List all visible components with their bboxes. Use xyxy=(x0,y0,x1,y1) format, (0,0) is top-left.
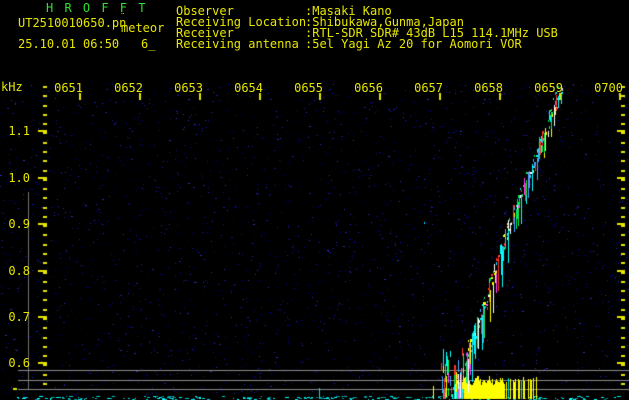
info-value-antenna: :5el Yagi Az 20 for Aomori VOR xyxy=(305,37,522,51)
hrofft-screen: H R O F F T UT2510010650.pn ¨ meteor 25.… xyxy=(0,0,629,400)
x-tick-label: 0655 xyxy=(294,81,323,95)
y-tick-label: 0.8 xyxy=(8,264,30,278)
datetime-label: 25.10.01 06:50 xyxy=(18,37,120,51)
x-tick-label: 0651 xyxy=(54,81,83,95)
x-tick-label: 0659 xyxy=(534,81,563,95)
y-tick-label: 1.1 xyxy=(8,124,30,138)
app-title: H R O F F T xyxy=(46,1,148,15)
y-tick-label: 0.7 xyxy=(8,310,30,324)
x-tick-label: 0653 xyxy=(174,81,203,95)
info-label-antenna: Receiving antenna xyxy=(176,37,299,51)
x-tick-label: 0652 xyxy=(114,81,143,95)
x-tick-label: 0657 xyxy=(414,81,443,95)
x-tick-label: 0654 xyxy=(234,81,263,95)
y-tick-label: 0.6 xyxy=(8,356,30,370)
counter-value: 6_ xyxy=(141,37,156,51)
x-tick-label: 0700 xyxy=(594,81,623,95)
y-axis-unit-label: kHz xyxy=(1,80,23,94)
meteor-label: meteor xyxy=(121,21,165,35)
x-tick-label: 0658 xyxy=(474,81,503,95)
y-tick-label: 1.0 xyxy=(8,171,30,185)
y-tick-label: 0.9 xyxy=(8,217,30,231)
x-tick-label: 0656 xyxy=(354,81,383,95)
output-filename: UT2510010650.pn xyxy=(18,16,127,30)
spectrogram-canvas xyxy=(0,0,629,400)
